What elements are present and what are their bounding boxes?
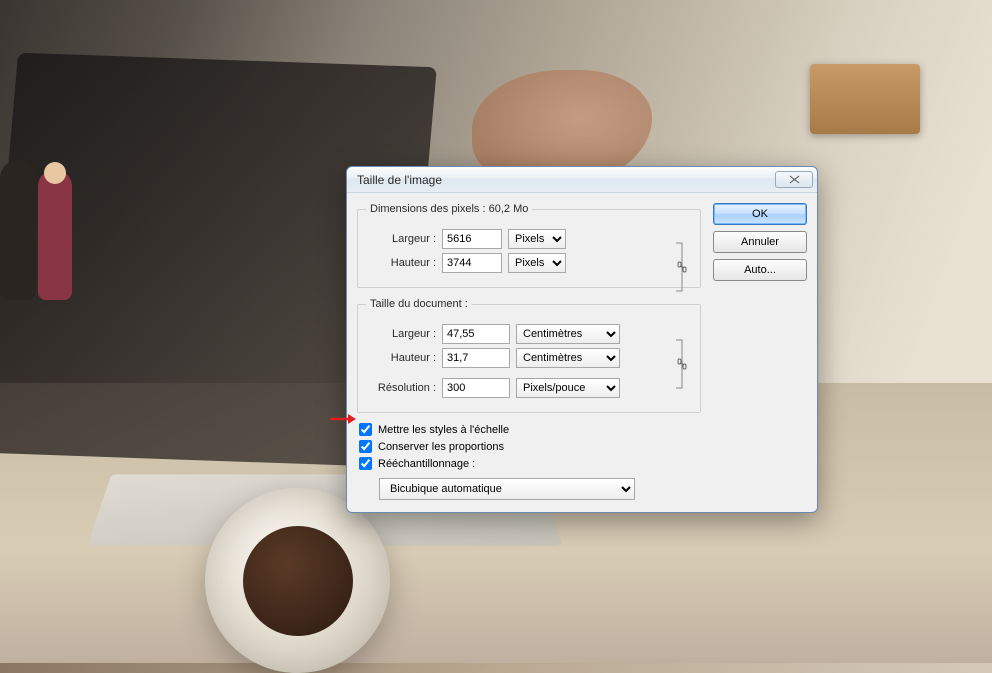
pixel-width-row: Largeur : Pixels bbox=[366, 229, 692, 249]
left-column: Dimensions des pixels : 60,2 Mo Largeur … bbox=[357, 203, 701, 500]
constrain-proportions-row: Conserver les proportions bbox=[359, 440, 701, 453]
resolution-input[interactable] bbox=[442, 378, 510, 398]
cancel-button[interactable]: Annuler bbox=[713, 231, 807, 253]
scale-styles-label[interactable]: Mettre les styles à l'échelle bbox=[378, 424, 509, 436]
doc-width-label: Largeur : bbox=[366, 328, 436, 340]
dialog-content: Dimensions des pixels : 60,2 Mo Largeur … bbox=[347, 193, 817, 512]
doc-width-input[interactable] bbox=[442, 324, 510, 344]
pixel-width-input[interactable] bbox=[442, 229, 502, 249]
bg-box bbox=[810, 64, 920, 134]
resample-checkbox[interactable] bbox=[359, 457, 372, 470]
bg-coffee-cup bbox=[205, 488, 390, 673]
document-size-legend: Taille du document : bbox=[366, 298, 472, 310]
bg-figurine bbox=[0, 160, 36, 300]
constrain-proportions-checkbox[interactable] bbox=[359, 440, 372, 453]
scale-styles-row: Mettre les styles à l'échelle bbox=[359, 423, 701, 436]
bg-figurine bbox=[38, 170, 72, 300]
pixel-height-label: Hauteur : bbox=[366, 257, 436, 269]
resample-row: Rééchantillonnage : bbox=[359, 457, 701, 470]
constrain-link-icon bbox=[674, 239, 690, 295]
image-size-dialog: Taille de l'image Dimensions des pixels … bbox=[346, 166, 818, 513]
pixel-height-row: Hauteur : Pixels bbox=[366, 253, 692, 273]
doc-width-unit-select[interactable]: Centimètres bbox=[516, 324, 620, 344]
chain-icon bbox=[676, 358, 688, 370]
constrain-link-icon bbox=[674, 336, 690, 392]
scale-styles-checkbox[interactable] bbox=[359, 423, 372, 436]
doc-height-label: Hauteur : bbox=[366, 352, 436, 364]
document-size-group: Taille du document : Largeur : Centimètr… bbox=[357, 298, 701, 413]
titlebar[interactable]: Taille de l'image bbox=[347, 167, 817, 193]
resolution-label: Résolution : bbox=[366, 382, 436, 394]
doc-height-unit-select[interactable]: Centimètres bbox=[516, 348, 620, 368]
resample-label[interactable]: Rééchantillonnage : bbox=[378, 458, 475, 470]
right-column: OK Annuler Auto... bbox=[713, 203, 807, 500]
pixel-height-unit-select[interactable]: Pixels bbox=[508, 253, 566, 273]
ok-button[interactable]: OK bbox=[713, 203, 807, 225]
pixel-dimensions-group: Dimensions des pixels : 60,2 Mo Largeur … bbox=[357, 203, 701, 288]
pixel-dimensions-legend: Dimensions des pixels : 60,2 Mo bbox=[366, 203, 532, 215]
annotation-arrow-icon bbox=[330, 410, 356, 431]
pixel-width-unit-select[interactable]: Pixels bbox=[508, 229, 566, 249]
close-button[interactable] bbox=[775, 171, 813, 188]
auto-button[interactable]: Auto... bbox=[713, 259, 807, 281]
doc-height-input[interactable] bbox=[442, 348, 510, 368]
resolution-unit-select[interactable]: Pixels/pouce bbox=[516, 378, 620, 398]
resample-method-select[interactable]: Bicubique automatique bbox=[379, 478, 635, 500]
pixel-width-label: Largeur : bbox=[366, 233, 436, 245]
dialog-title: Taille de l'image bbox=[357, 173, 775, 187]
chain-icon bbox=[676, 261, 688, 273]
close-icon bbox=[788, 175, 801, 184]
doc-height-row: Hauteur : Centimètres bbox=[366, 348, 692, 368]
resolution-row: Résolution : Pixels/pouce bbox=[366, 378, 692, 398]
doc-width-row: Largeur : Centimètres bbox=[366, 324, 692, 344]
pixel-height-input[interactable] bbox=[442, 253, 502, 273]
constrain-proportions-label[interactable]: Conserver les proportions bbox=[378, 441, 504, 453]
